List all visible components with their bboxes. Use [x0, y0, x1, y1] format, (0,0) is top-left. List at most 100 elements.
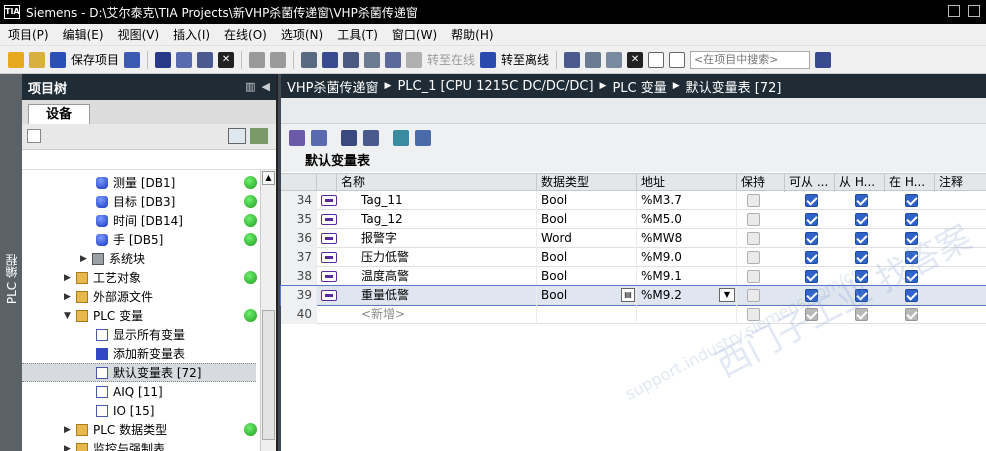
header-name[interactable]: 名称: [337, 174, 537, 192]
accessible-devices-icon[interactable]: [564, 51, 581, 68]
tree-item-plc-tags[interactable]: ▼ PLC 变量: [22, 306, 256, 325]
menu-online[interactable]: 在线(O): [224, 26, 267, 43]
expand-arrow-icon[interactable]: ▶: [64, 292, 72, 302]
visible-hmi-checkbox[interactable]: [905, 270, 918, 283]
menu-help[interactable]: 帮助(H): [451, 26, 493, 43]
print-icon[interactable]: [124, 51, 141, 68]
table-row[interactable]: 34 Tag_11 Bool %M3.7: [281, 191, 986, 210]
header-data-type[interactable]: 数据类型: [537, 174, 637, 192]
writable-hmi-checkbox[interactable]: [855, 213, 868, 226]
table-row-selected[interactable]: 39 重量低警 Bool ▤ %M9.2 ▼: [280, 285, 986, 306]
address-cell[interactable]: %M3.7: [637, 191, 737, 210]
split-vertical-icon[interactable]: [669, 51, 686, 68]
accessible-hmi-checkbox[interactable]: [805, 194, 818, 207]
start-cpu-icon[interactable]: [585, 51, 602, 68]
open-project-icon[interactable]: [29, 51, 45, 68]
retain-checkbox[interactable]: [747, 194, 760, 207]
monitor-icon[interactable]: [393, 130, 409, 146]
writable-hmi-checkbox[interactable]: [855, 308, 868, 321]
table-row[interactable]: 35 Tag_12 Bool %M5.0: [281, 210, 986, 229]
visible-hmi-checkbox[interactable]: [905, 232, 918, 245]
retain-checkbox[interactable]: [747, 270, 760, 283]
table-row[interactable]: 36 报警字 Word %MW8: [281, 229, 986, 248]
scroll-thumb[interactable]: [262, 310, 275, 440]
tree-item-db3[interactable]: 目标 [DB3]: [22, 192, 256, 211]
delete-icon[interactable]: ✕: [218, 51, 235, 68]
cut-icon[interactable]: [155, 51, 172, 68]
writable-hmi-checkbox[interactable]: [855, 270, 868, 283]
go-online-icon[interactable]: [406, 51, 423, 68]
visible-hmi-checkbox[interactable]: [905, 289, 918, 302]
address-cell[interactable]: %M5.0: [637, 210, 737, 229]
header-address[interactable]: 地址: [637, 174, 737, 192]
tag-name-cell[interactable]: 重量低警: [337, 286, 537, 305]
stop-cpu-icon[interactable]: [606, 51, 623, 68]
export-icon[interactable]: [341, 130, 357, 146]
redo-icon[interactable]: [270, 51, 287, 68]
project-view-icon[interactable]: [27, 129, 41, 143]
writable-hmi-checkbox[interactable]: [855, 251, 868, 264]
menu-insert[interactable]: 插入(I): [173, 26, 210, 43]
save-icon[interactable]: [50, 51, 66, 68]
add-row-icon[interactable]: [289, 130, 305, 146]
data-type-picker-icon[interactable]: ▤: [621, 288, 635, 302]
tag-name-cell[interactable]: 报警字: [337, 229, 537, 248]
insert-row-icon[interactable]: [311, 130, 327, 146]
import-icon[interactable]: [363, 130, 379, 146]
data-type-cell[interactable]: Bool: [537, 267, 637, 286]
project-search-input[interactable]: [690, 50, 811, 69]
visible-hmi-checkbox[interactable]: [905, 194, 918, 207]
upload-icon[interactable]: [364, 51, 381, 68]
header-retain[interactable]: 保持: [737, 174, 785, 192]
tree-item-io[interactable]: IO [15]: [22, 401, 256, 420]
visible-hmi-checkbox[interactable]: [905, 308, 918, 321]
data-type-cell[interactable]: Bool: [537, 248, 637, 267]
undo-icon[interactable]: [249, 51, 266, 68]
menu-project[interactable]: 项目(P): [8, 26, 49, 43]
collapse-left-icon[interactable]: ◀: [262, 80, 270, 93]
accessible-hmi-checkbox[interactable]: [805, 289, 818, 302]
search-icon[interactable]: [815, 51, 832, 68]
paste-icon[interactable]: [197, 51, 214, 68]
new-project-icon[interactable]: [8, 51, 24, 68]
expand-arrow-icon[interactable]: ▶: [64, 444, 72, 451]
split-horizontal-icon[interactable]: [648, 51, 665, 68]
tree-item-plc-data-types[interactable]: ▶ PLC 数据类型: [22, 420, 256, 439]
accessible-hmi-checkbox[interactable]: [805, 251, 818, 264]
table-row-new[interactable]: 40 <新增>: [281, 305, 986, 324]
tree-item-default-tag-table[interactable]: 默认变量表 [72]: [22, 363, 256, 382]
columns-icon[interactable]: [415, 130, 431, 146]
menu-options[interactable]: 选项(N): [281, 26, 323, 43]
address-cell[interactable]: [637, 305, 737, 324]
data-type-cell[interactable]: Bool: [537, 210, 637, 229]
tag-name-cell[interactable]: 温度高警: [337, 267, 537, 286]
visible-hmi-checkbox[interactable]: [905, 213, 918, 226]
retain-checkbox[interactable]: [747, 251, 760, 264]
scroll-up-icon[interactable]: ▲: [262, 171, 275, 185]
retain-checkbox[interactable]: [747, 289, 760, 302]
writable-hmi-checkbox[interactable]: [855, 194, 868, 207]
compile-icon[interactable]: [322, 51, 339, 68]
header-accessible-hmi[interactable]: 可从 ...: [785, 174, 835, 192]
tab-devices[interactable]: 设备: [28, 104, 90, 124]
retain-checkbox[interactable]: [747, 232, 760, 245]
breadcrumb-plc[interactable]: PLC_1 [CPU 1215C DC/DC/DC]: [397, 79, 593, 94]
menu-edit[interactable]: 编辑(E): [63, 26, 104, 43]
visible-hmi-checkbox[interactable]: [905, 251, 918, 264]
split-editor-icon[interactable]: [301, 51, 318, 68]
retain-checkbox[interactable]: [747, 308, 760, 321]
download-icon[interactable]: [343, 51, 360, 68]
writable-hmi-checkbox[interactable]: [855, 232, 868, 245]
tag-name-cell[interactable]: Tag_12: [337, 210, 537, 229]
data-type-cell[interactable]: Bool: [537, 191, 637, 210]
tree-item-external-sources[interactable]: ▶ 外部源文件: [22, 287, 256, 306]
tree-item-system-blocks[interactable]: ▶ 系统块: [22, 249, 256, 268]
accessible-hmi-checkbox[interactable]: [805, 270, 818, 283]
close-icon[interactable]: ✕: [627, 51, 644, 68]
pin-icon[interactable]: ▥: [245, 80, 255, 93]
minimize-icon[interactable]: [948, 5, 960, 17]
header-visible-hmi[interactable]: 在 H...: [885, 174, 935, 192]
expand-arrow-icon[interactable]: ▶: [64, 273, 72, 283]
list-view-icon[interactable]: [228, 128, 246, 144]
address-dropdown-icon[interactable]: ▼: [719, 288, 735, 302]
